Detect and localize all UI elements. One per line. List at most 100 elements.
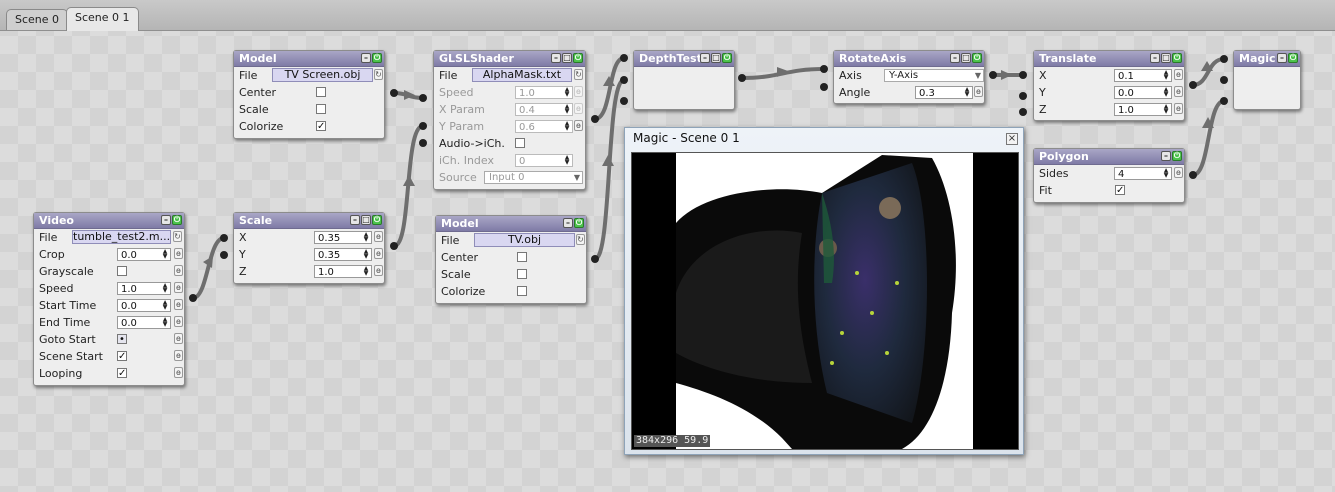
power-icon[interactable]: ⏻ <box>172 215 182 225</box>
fit-checkbox[interactable]: ✓ <box>1115 185 1125 196</box>
speed-field[interactable]: 1.0 ▲ ▼ <box>515 86 573 99</box>
speed-field[interactable]: 1.0 ▲ ▼ <box>117 282 171 295</box>
node-rotateaxis[interactable]: RotateAxis – □ ⏻ Axis Y-Axis ▼ Angle 0.3 ▲ ▼ ɵ <box>833 50 985 104</box>
end-time-field[interactable]: 0.0 ▲ ▼ <box>117 316 171 329</box>
close-icon[interactable]: × <box>1006 133 1018 145</box>
minimize-icon[interactable]: – <box>361 53 371 63</box>
center-checkbox[interactable] <box>316 87 326 97</box>
scale-x-field[interactable]: 0.35 ▲ ▼ <box>314 231 372 244</box>
link-icon[interactable]: ɵ <box>174 316 183 327</box>
power-icon[interactable]: ⏻ <box>1172 151 1182 161</box>
link-icon[interactable]: ↻ <box>173 231 182 242</box>
minimize-icon[interactable]: – <box>551 53 561 63</box>
link-icon[interactable]: ɵ <box>574 120 583 131</box>
source-select[interactable]: Input 0 ▼ <box>484 171 583 184</box>
audio-ich-checkbox[interactable] <box>515 138 525 148</box>
minimize-icon[interactable]: – <box>161 215 171 225</box>
link-icon[interactable]: ɵ <box>174 333 183 344</box>
stepper-icon[interactable]: ▲ ▼ <box>362 249 370 260</box>
stepper-icon[interactable]: ▲ ▼ <box>362 266 370 277</box>
link-icon[interactable]: ɵ <box>174 350 183 361</box>
scale-checkbox[interactable] <box>316 104 326 114</box>
stepper-icon[interactable]: ▲ ▼ <box>963 87 971 98</box>
crop-field[interactable]: 0.0 ▲ ▼ <box>117 248 171 261</box>
power-icon[interactable]: ⏻ <box>372 215 382 225</box>
link-icon[interactable]: ɵ <box>1174 69 1183 80</box>
minimize-icon[interactable]: – <box>1161 151 1171 161</box>
angle-field[interactable]: 0.3 ▲ ▼ <box>915 86 973 99</box>
stepper-icon[interactable]: ▲ ▼ <box>1162 87 1170 98</box>
link-icon[interactable]: ɵ <box>174 299 183 310</box>
node-glslshader[interactable]: GLSLShader – □ ⏻ File AlphaMask.txt ↻ Speed 1… <box>433 50 586 190</box>
power-icon[interactable]: ⏻ <box>574 218 584 228</box>
minimize-icon[interactable]: – <box>700 53 710 63</box>
power-icon[interactable]: ⏻ <box>1172 53 1182 63</box>
link-icon[interactable]: ɵ <box>574 103 583 114</box>
translate-z-field[interactable]: 1.0 ▲ ▼ <box>1114 103 1172 116</box>
power-icon[interactable]: ⏻ <box>722 53 732 63</box>
lock-icon[interactable]: □ <box>961 53 971 63</box>
x-param-field[interactable]: 0.4 ▲ ▼ <box>515 103 573 116</box>
stepper-icon[interactable]: ▲ ▼ <box>362 232 370 243</box>
link-icon[interactable]: ɵ <box>974 86 983 97</box>
stepper-icon[interactable]: ▲ ▼ <box>563 87 571 98</box>
stepper-icon[interactable]: ▲ ▼ <box>1162 104 1170 115</box>
link-icon[interactable]: ɵ <box>174 282 183 293</box>
sides-field[interactable]: 4 ▲ ▼ <box>1114 167 1172 180</box>
stepper-icon[interactable]: ▲ ▼ <box>1162 70 1170 81</box>
node-scale[interactable]: Scale – □ ⏻ X 0.35 ▲ ▼ ɵ Y 0.35 ▲ ▼ ɵ Z 1.0 ▲ ▼ ɵ <box>233 212 385 284</box>
node-title-translate[interactable]: Translate – □ ⏻ <box>1034 51 1184 67</box>
node-magic[interactable]: Magic – ⏻ <box>1233 50 1301 110</box>
file-picker[interactable]: AlphaMask.txt <box>472 68 572 82</box>
lock-icon[interactable]: □ <box>1161 53 1171 63</box>
node-title-polygon[interactable]: Polygon – ⏻ <box>1034 149 1184 165</box>
stepper-icon[interactable]: ▲ ▼ <box>161 317 169 328</box>
tab-scene-0[interactable]: Scene 0 <box>6 9 69 30</box>
power-icon[interactable]: ⏻ <box>573 53 583 63</box>
lock-icon[interactable]: □ <box>562 53 572 63</box>
scale-checkbox[interactable] <box>517 269 527 279</box>
center-checkbox[interactable] <box>517 252 527 262</box>
node-title-glslshader[interactable]: GLSLShader – □ ⏻ <box>434 51 585 67</box>
power-icon[interactable]: ⏻ <box>972 53 982 63</box>
stepper-icon[interactable]: ▲ ▼ <box>161 283 169 294</box>
goto-start-button[interactable]: • <box>117 334 127 345</box>
link-icon[interactable]: ɵ <box>174 265 183 276</box>
node-model-tv[interactable]: Model – ⏻ File TV.obj ↻ Center Scale Colori… <box>435 215 587 304</box>
tab-scene-0-1[interactable]: Scene 0 1 <box>66 7 139 31</box>
scale-y-field[interactable]: 0.35 ▲ ▼ <box>314 248 372 261</box>
y-param-field[interactable]: 0.6 ▲ ▼ <box>515 120 573 133</box>
lock-icon[interactable]: □ <box>361 215 371 225</box>
node-video[interactable]: Video – ⏻ File tumble_test2.m... ↻ Crop 0.0 ▲… <box>33 212 185 386</box>
node-translate[interactable]: Translate – □ ⏻ X 0.1 ▲ ▼ ɵ Y 0.0 ▲ ▼ ɵ Z 1.0 ▲ ▼ ɵ <box>1033 50 1185 121</box>
link-icon[interactable]: ↻ <box>576 234 585 245</box>
power-icon[interactable]: ⏻ <box>1288 53 1298 63</box>
node-polygon[interactable]: Polygon – ⏻ Sides 4 ▲ ▼ ɵ Fit ✓ <box>1033 148 1185 203</box>
node-model-tv-screen[interactable]: Model – ⏻ File TV Screen.obj ↻ Center Scale… <box>233 50 385 139</box>
minimize-icon[interactable]: – <box>350 215 360 225</box>
node-title-video[interactable]: Video – ⏻ <box>34 213 184 229</box>
scale-z-field[interactable]: 1.0 ▲ ▼ <box>314 265 372 278</box>
node-title-model[interactable]: Model – ⏻ <box>436 216 586 232</box>
link-icon[interactable]: ɵ <box>374 248 383 259</box>
link-icon[interactable]: ↻ <box>574 69 583 80</box>
link-icon[interactable]: ɵ <box>374 231 383 242</box>
node-title-scale[interactable]: Scale – □ ⏻ <box>234 213 384 229</box>
link-icon[interactable]: ɵ <box>174 367 183 378</box>
stepper-icon[interactable]: ▲ ▼ <box>1162 168 1170 179</box>
stepper-icon[interactable]: ▲ ▼ <box>563 104 571 115</box>
ich-index-field[interactable]: 0 ▲ ▼ <box>515 154 573 167</box>
stepper-icon[interactable]: ▲ ▼ <box>563 121 571 132</box>
minimize-icon[interactable]: – <box>1277 53 1287 63</box>
link-icon[interactable]: ɵ <box>1174 86 1183 97</box>
node-title-model[interactable]: Model – ⏻ <box>234 51 384 67</box>
link-icon[interactable]: ↻ <box>374 69 383 80</box>
translate-x-field[interactable]: 0.1 ▲ ▼ <box>1114 69 1172 82</box>
link-icon[interactable]: ɵ <box>1174 167 1183 178</box>
lock-icon[interactable]: □ <box>711 53 721 63</box>
node-depthtest[interactable]: DepthTest – □ ⏻ <box>633 50 735 110</box>
colorize-checkbox[interactable] <box>517 286 527 296</box>
stepper-icon[interactable]: ▲ ▼ <box>563 155 571 166</box>
stepper-icon[interactable]: ▲ ▼ <box>161 249 169 260</box>
link-icon[interactable]: ɵ <box>574 86 583 97</box>
